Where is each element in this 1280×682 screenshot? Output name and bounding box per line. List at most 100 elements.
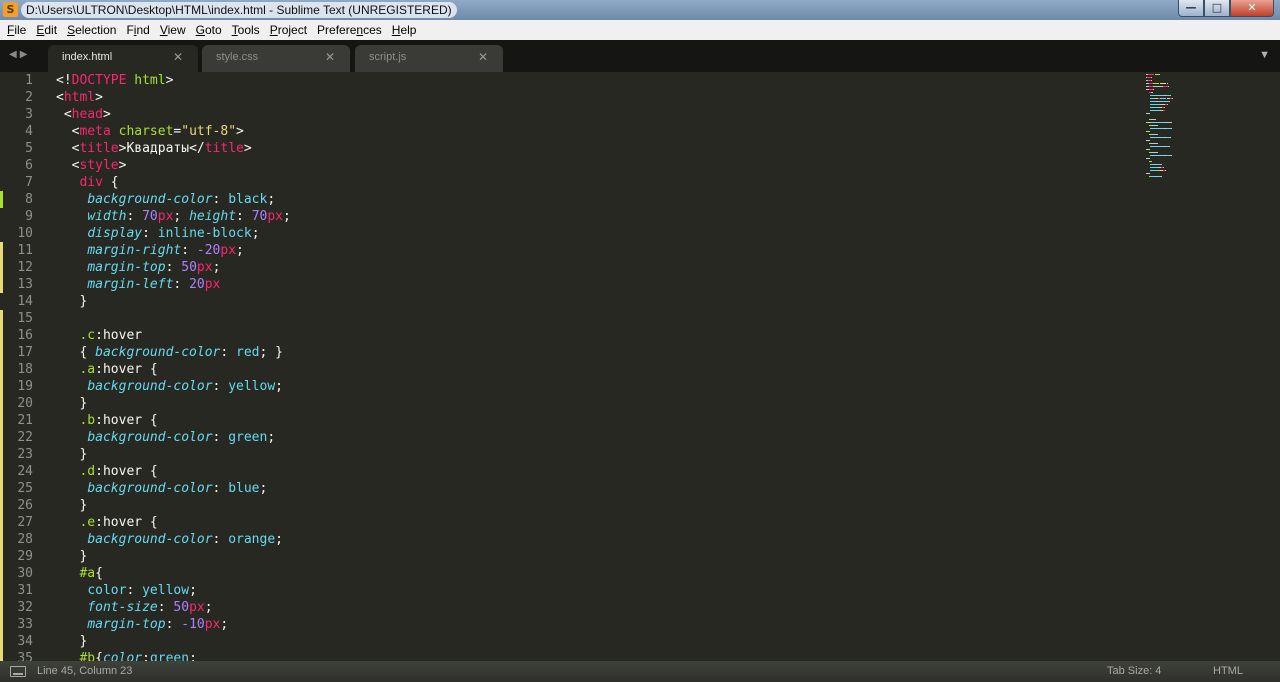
code-line[interactable]: margin-top: 50px;: [56, 259, 220, 276]
code-token: px: [196, 260, 213, 275]
menu-item[interactable]: File: [2, 20, 31, 40]
code-token: ;: [251, 226, 260, 241]
menu-item[interactable]: Tools: [227, 20, 265, 40]
line-number: 29: [17, 549, 33, 564]
code-token: background-color: [95, 345, 221, 360]
tab-nav-arrows-icon[interactable]: ◀▶: [9, 49, 30, 60]
code-line[interactable]: background-color: blue;: [56, 480, 267, 497]
code-line[interactable]: background-color: yellow;: [56, 378, 283, 395]
code-line[interactable]: <head>: [56, 106, 111, 123]
line-number: 30: [17, 566, 33, 581]
menu-item[interactable]: Project: [265, 20, 312, 40]
code-line[interactable]: }: [56, 633, 87, 650]
code-editor[interactable]: 1 2 3 4 5 6 7 8 9 10 11 12 13 14 15 16 17 18 19 20 21 22 23 24 2…: [0, 72, 1280, 661]
code-line[interactable]: }: [56, 497, 87, 514]
code-line[interactable]: .b:hover {: [56, 412, 157, 429]
minimap-line: [1150, 161, 1152, 162]
tab-index-html[interactable]: index.html ✕: [48, 45, 198, 72]
modified-line-marker: [0, 412, 3, 429]
code-line[interactable]: background-color: green;: [56, 429, 275, 446]
code-line[interactable]: font-size: 50px;: [56, 599, 212, 616]
line-number: 6: [25, 158, 33, 173]
code-line[interactable]: #a{: [56, 565, 102, 582]
line-number: 17: [17, 345, 33, 360]
code-line[interactable]: background-color: orange;: [56, 531, 283, 548]
minimap-line: [1164, 107, 1165, 108]
code-token: yellow: [142, 583, 190, 598]
tab-list-dropdown-icon[interactable]: ▼: [1259, 49, 1270, 61]
code-token: background-color: [87, 192, 213, 207]
tab-close-icon[interactable]: ✕: [173, 45, 183, 70]
code-line[interactable]: margin-right: -20px;: [56, 242, 244, 259]
close-button[interactable]: ✕: [1230, 0, 1274, 17]
code-line[interactable]: margin-left: 20px: [56, 276, 220, 293]
code-line[interactable]: display: inline-block;: [56, 225, 260, 242]
line-number: 35: [17, 651, 33, 661]
menu-item[interactable]: View: [155, 20, 191, 40]
code-token: margin-left: [87, 277, 174, 292]
code-token: yellow: [228, 379, 276, 394]
code-line[interactable]: width: 70px; height: 70px;: [56, 208, 291, 225]
menu-item[interactable]: Find: [121, 20, 154, 40]
code-line[interactable]: #b{color:green;: [56, 650, 196, 661]
syntax-setting[interactable]: HTML: [1213, 665, 1243, 677]
menu-item[interactable]: Selection: [62, 20, 121, 40]
minimap-line: [1149, 95, 1164, 96]
code-line[interactable]: div {: [56, 174, 118, 191]
line-number: 7: [25, 175, 33, 190]
tab-label: style.css: [216, 51, 259, 63]
code-token: {: [56, 345, 96, 360]
code-line[interactable]: .a:hover {: [56, 361, 157, 378]
code-token: 50: [181, 260, 197, 275]
line-number: 27: [17, 515, 33, 530]
modified-line-marker: [0, 310, 3, 327]
code-token: style: [79, 158, 119, 173]
code-token: }: [56, 549, 88, 564]
code-token: px: [220, 243, 237, 258]
line-number: 12: [17, 260, 33, 275]
code-token: {: [95, 651, 103, 661]
code-line[interactable]: <meta charset="utf-8">: [56, 123, 244, 140]
tab-style-css[interactable]: style.css ✕: [202, 45, 350, 72]
menu-item[interactable]: Edit: [31, 20, 62, 40]
menu-item[interactable]: Help: [387, 20, 422, 40]
code-line[interactable]: }: [56, 395, 87, 412]
code-line[interactable]: .e:hover {: [56, 514, 157, 531]
code-line[interactable]: }: [56, 293, 87, 310]
tab-size-setting[interactable]: Tab Size: 4: [1107, 665, 1161, 677]
menu-item[interactable]: Goto: [191, 20, 227, 40]
code-line[interactable]: <style>: [56, 157, 127, 174]
code-line[interactable]: { background-color: red; }: [56, 344, 283, 361]
code-line[interactable]: color: yellow;: [56, 582, 197, 599]
code-line[interactable]: .c:hover: [56, 327, 142, 344]
code-token: ;: [236, 243, 244, 258]
minimap[interactable]: [1142, 72, 1232, 202]
panel-toggle-icon[interactable]: [10, 666, 26, 677]
minimap-line: [1149, 128, 1164, 129]
code-token: }: [56, 396, 88, 411]
line-number: 32: [17, 600, 33, 615]
code-line[interactable]: .d:hover {: [56, 463, 157, 480]
code-line[interactable]: <title>Квадраты</title>: [56, 140, 252, 157]
maximize-button[interactable]: □: [1204, 0, 1230, 17]
code-token: px: [157, 209, 174, 224]
code-line[interactable]: background-color: black;: [56, 191, 275, 208]
code-line[interactable]: }: [56, 548, 87, 565]
menu-item[interactable]: Preferences: [312, 20, 387, 40]
code-line[interactable]: <!DOCTYPE html>: [56, 72, 173, 89]
code-line[interactable]: }: [56, 446, 87, 463]
tab-close-icon[interactable]: ✕: [325, 45, 335, 70]
code-token: :: [212, 192, 229, 207]
tab-label: index.html: [62, 51, 113, 63]
tab-close-icon[interactable]: ✕: [478, 45, 488, 70]
minimize-button[interactable]: —: [1178, 0, 1204, 17]
minimap-line: [1150, 77, 1152, 78]
tab-script-js[interactable]: script.js ✕: [355, 45, 503, 72]
code-line[interactable]: margin-top: -10px;: [56, 616, 228, 633]
line-number: 34: [17, 634, 33, 649]
code-token: ;: [275, 379, 283, 394]
code-line[interactable]: <html>: [56, 89, 103, 106]
sublime-app-icon[interactable]: S: [3, 2, 18, 17]
